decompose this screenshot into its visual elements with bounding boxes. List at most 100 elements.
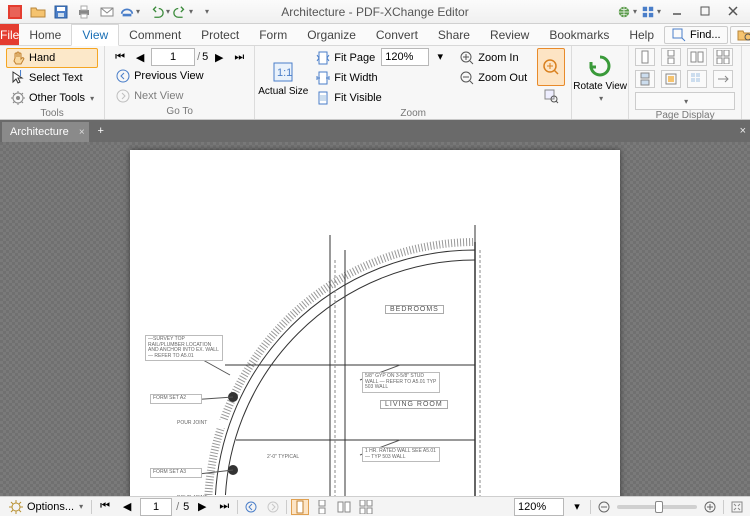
detail-note: FORM SET A3 xyxy=(150,468,202,478)
page-layout-more[interactable] xyxy=(635,92,735,110)
window-title: Architecture - PDF-XChange Editor xyxy=(281,5,468,19)
sb-page-input[interactable] xyxy=(140,498,172,516)
thumbnails-icon[interactable] xyxy=(687,70,707,88)
sb-prev-view-icon[interactable] xyxy=(242,499,260,515)
sb-next-page-icon[interactable]: ▶ xyxy=(193,499,211,515)
redo-icon[interactable] xyxy=(172,2,194,22)
zoom-out[interactable]: Zoom Out xyxy=(455,68,531,88)
group-label: Go To xyxy=(111,106,248,119)
loupe-tool[interactable] xyxy=(537,86,565,106)
ribbon: Hand ISelect Text Other Tools Tools ⏮ ◀ … xyxy=(0,46,750,120)
print-icon[interactable] xyxy=(73,2,95,22)
new-tab-icon[interactable]: + xyxy=(93,125,109,137)
zoom-in[interactable]: Zoom In xyxy=(455,48,531,68)
previous-view[interactable]: Previous View xyxy=(111,66,248,86)
first-page-icon[interactable]: ⏮ xyxy=(111,49,129,65)
hand-tool[interactable]: Hand xyxy=(6,48,98,68)
qat-customize-icon[interactable] xyxy=(195,2,217,22)
tab-bookmarks[interactable]: Bookmarks xyxy=(539,24,619,45)
continuous-icon[interactable] xyxy=(661,48,681,66)
document-tab[interactable]: Architecture× xyxy=(2,122,89,142)
tab-view[interactable]: View xyxy=(71,24,119,46)
tab-form[interactable]: Form xyxy=(249,24,297,45)
dim-note: 2'-0" TYPICAL xyxy=(265,454,317,462)
other-tools[interactable]: Other Tools xyxy=(6,88,98,108)
page-input[interactable] xyxy=(151,48,195,66)
group-zoom: 1:1Actual Size Fit Page ▾ Fit Width Fit … xyxy=(255,46,572,119)
tab-comment[interactable]: Comment xyxy=(119,24,191,45)
undo-icon[interactable] xyxy=(149,2,171,22)
wall-note: 1 HR. RATED WALL SEE A5.01 — TYP 503 WAL… xyxy=(362,447,440,462)
sb-zoom-input[interactable] xyxy=(514,498,564,516)
document-viewport[interactable]: BEDROOMS LIVING ROOM —SURVEY TOP RAIL/PL… xyxy=(0,142,750,496)
zoom-slider-thumb[interactable] xyxy=(655,501,663,513)
find-button[interactable]: Find... xyxy=(664,26,728,44)
fit-width[interactable]: Fit Width xyxy=(311,68,449,88)
tab-organize[interactable]: Organize xyxy=(297,24,366,45)
page-total: 5 xyxy=(202,51,208,63)
sb-continuous-icon[interactable] xyxy=(313,499,331,515)
tab-convert[interactable]: Convert xyxy=(366,24,428,45)
sb-last-page-icon[interactable]: ⏭ xyxy=(215,499,233,515)
prev-page-icon[interactable]: ◀ xyxy=(131,49,149,65)
fit-page[interactable]: Fit Page xyxy=(311,48,379,68)
save-icon[interactable] xyxy=(50,2,72,22)
next-view[interactable]: Next View xyxy=(111,86,248,106)
show-cover-icon[interactable] xyxy=(661,70,681,88)
scan-icon[interactable] xyxy=(119,2,141,22)
sb-two-cont-icon[interactable] xyxy=(357,499,375,515)
tab-share[interactable]: Share xyxy=(428,24,480,45)
last-page-icon[interactable]: ⏭ xyxy=(230,49,248,65)
single-page-icon[interactable] xyxy=(635,48,655,66)
next-page-icon[interactable]: ▶ xyxy=(210,49,228,65)
sb-single-page-icon[interactable] xyxy=(291,499,309,515)
maximize-button[interactable] xyxy=(692,2,718,20)
app-icon[interactable] xyxy=(4,2,26,22)
room-label: LIVING ROOM xyxy=(380,400,448,409)
group-goto: ⏮ ◀ / 5 ▶ ⏭ Previous View Next View Go T… xyxy=(105,46,255,119)
email-icon[interactable] xyxy=(96,2,118,22)
sb-zoom-dropdown-icon[interactable]: ▾ xyxy=(568,499,586,515)
sb-next-view-icon[interactable] xyxy=(264,499,282,515)
open-icon[interactable] xyxy=(27,2,49,22)
ui-lang-icon[interactable] xyxy=(616,2,638,22)
svg-text:1:1: 1:1 xyxy=(277,67,292,79)
zoom-dropdown-icon[interactable]: ▾ xyxy=(431,48,449,64)
options-button[interactable]: Options... xyxy=(4,497,87,517)
tab-home[interactable]: Home xyxy=(19,24,71,45)
callout-note: —SURVEY TOP RAIL/PLUMBER LOCATION AND AN… xyxy=(145,335,223,361)
svg-text:I: I xyxy=(19,70,22,79)
sb-page-total: 5 xyxy=(183,501,189,513)
show-gaps-icon[interactable] xyxy=(635,70,655,88)
tab-review[interactable]: Review xyxy=(480,24,539,45)
tab-close-icon[interactable]: × xyxy=(79,127,85,138)
tab-help[interactable]: Help xyxy=(619,24,664,45)
fit-visible[interactable]: Fit Visible xyxy=(311,88,449,108)
actual-size-button[interactable]: 1:1Actual Size xyxy=(261,48,305,108)
file-tab[interactable]: File xyxy=(0,24,19,45)
sb-zoom-out-icon[interactable] xyxy=(595,499,613,515)
zoom-slider[interactable] xyxy=(617,505,697,509)
sb-two-page-icon[interactable] xyxy=(335,499,353,515)
menu-bar: File Home View Comment Protect Form Orga… xyxy=(0,24,750,46)
launch-app-icon[interactable] xyxy=(640,2,662,22)
sb-fit-icon[interactable] xyxy=(728,499,746,515)
close-all-tabs-icon[interactable]: × xyxy=(740,125,746,137)
search-button[interactable]: Search... xyxy=(730,26,750,44)
two-pages-icon[interactable] xyxy=(687,48,707,66)
sb-zoom-in-icon[interactable] xyxy=(701,499,719,515)
tab-protect[interactable]: Protect xyxy=(191,24,249,45)
sb-first-page-icon[interactable]: ⏮ xyxy=(96,499,114,515)
two-pages-cont-icon[interactable] xyxy=(713,48,733,66)
marquee-zoom[interactable] xyxy=(537,48,565,86)
page-transitions-icon[interactable] xyxy=(713,70,733,88)
close-button[interactable] xyxy=(720,2,746,20)
qat-sep xyxy=(142,2,148,22)
sb-prev-page-icon[interactable]: ◀ xyxy=(118,499,136,515)
document-tab-strip: Architecture× + × xyxy=(0,120,750,142)
rotate-view-button[interactable]: Rotate View xyxy=(578,48,622,108)
group-window: Document Tabs Panes Portfolio Window xyxy=(742,46,750,119)
select-text-tool[interactable]: ISelect Text xyxy=(6,68,98,88)
minimize-button[interactable] xyxy=(664,2,690,20)
zoom-input[interactable] xyxy=(381,48,429,66)
